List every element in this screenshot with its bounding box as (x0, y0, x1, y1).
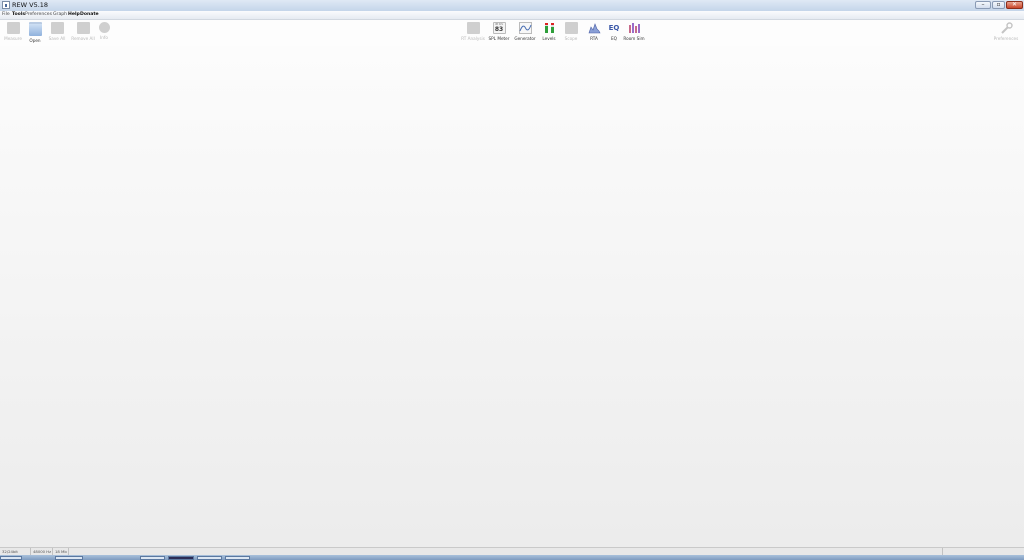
menu-help[interactable]: Help (68, 11, 80, 19)
close-button[interactable]: ✕ (1006, 1, 1023, 9)
window-title: REW V5.18 (12, 1, 49, 9)
spl-meter-label: SPL Meter (488, 36, 510, 41)
menu-bar: File Tools Preferences Graph Help Donate (0, 11, 1024, 20)
save-all-label: Save All (48, 36, 66, 41)
menu-tools[interactable]: Tools (12, 11, 25, 19)
spl-readout: 83 (494, 26, 504, 33)
save-icon (50, 22, 64, 34)
room-sim-label: Room Sim (623, 36, 645, 41)
rt-analysis-icon (466, 22, 480, 34)
info-label: Info (100, 35, 108, 40)
room-sim-button[interactable]: Room Sim (621, 22, 647, 46)
menu-preferences[interactable]: Preferences (25, 11, 52, 19)
remove-icon (76, 22, 90, 34)
toolbar: Measure Open Save All Remove All Info RT… (0, 20, 1024, 46)
generator-button[interactable]: Generator (512, 22, 538, 46)
taskbar-app-button[interactable] (197, 556, 222, 560)
eq-icon: EQ (608, 24, 620, 32)
room-sim-icon (628, 22, 641, 34)
menu-donate[interactable]: Donate (80, 11, 99, 19)
preferences-button[interactable]: Preferences (993, 22, 1019, 46)
open-folder-icon (28, 22, 42, 36)
spl-meter-icon: dB SPL 83 (492, 22, 506, 34)
info-icon (98, 22, 110, 33)
generator-label: Generator (514, 36, 536, 41)
spl-meter-button[interactable]: dB SPL 83 SPL Meter (486, 22, 512, 46)
measure-icon (6, 22, 20, 34)
rt-analysis-button[interactable]: RT Analysis (460, 22, 486, 46)
rta-icon (588, 22, 601, 34)
menu-graph[interactable]: Graph (53, 11, 67, 19)
minimize-button[interactable]: – (975, 1, 991, 9)
rt-analysis-label: RT Analysis (461, 36, 485, 41)
menu-file[interactable]: File (2, 11, 10, 19)
levels-icon (543, 22, 556, 34)
info-button[interactable]: Info (91, 22, 117, 46)
generator-icon (518, 22, 532, 34)
restore-button[interactable]: ▫ (992, 1, 1005, 9)
taskbar-app-button[interactable] (225, 556, 250, 560)
preferences-label: Preferences (993, 36, 1019, 41)
os-taskbar (0, 555, 1024, 560)
scope-icon (564, 22, 578, 34)
taskbar-app-button[interactable] (55, 556, 83, 560)
main-workspace (0, 46, 1024, 547)
start-button[interactable] (0, 556, 22, 560)
save-all-button[interactable]: Save All (44, 22, 70, 46)
taskbar-app-button[interactable] (140, 556, 165, 560)
taskbar-app-button[interactable] (168, 556, 194, 560)
app-icon (2, 1, 10, 9)
wrench-icon (1000, 22, 1013, 34)
